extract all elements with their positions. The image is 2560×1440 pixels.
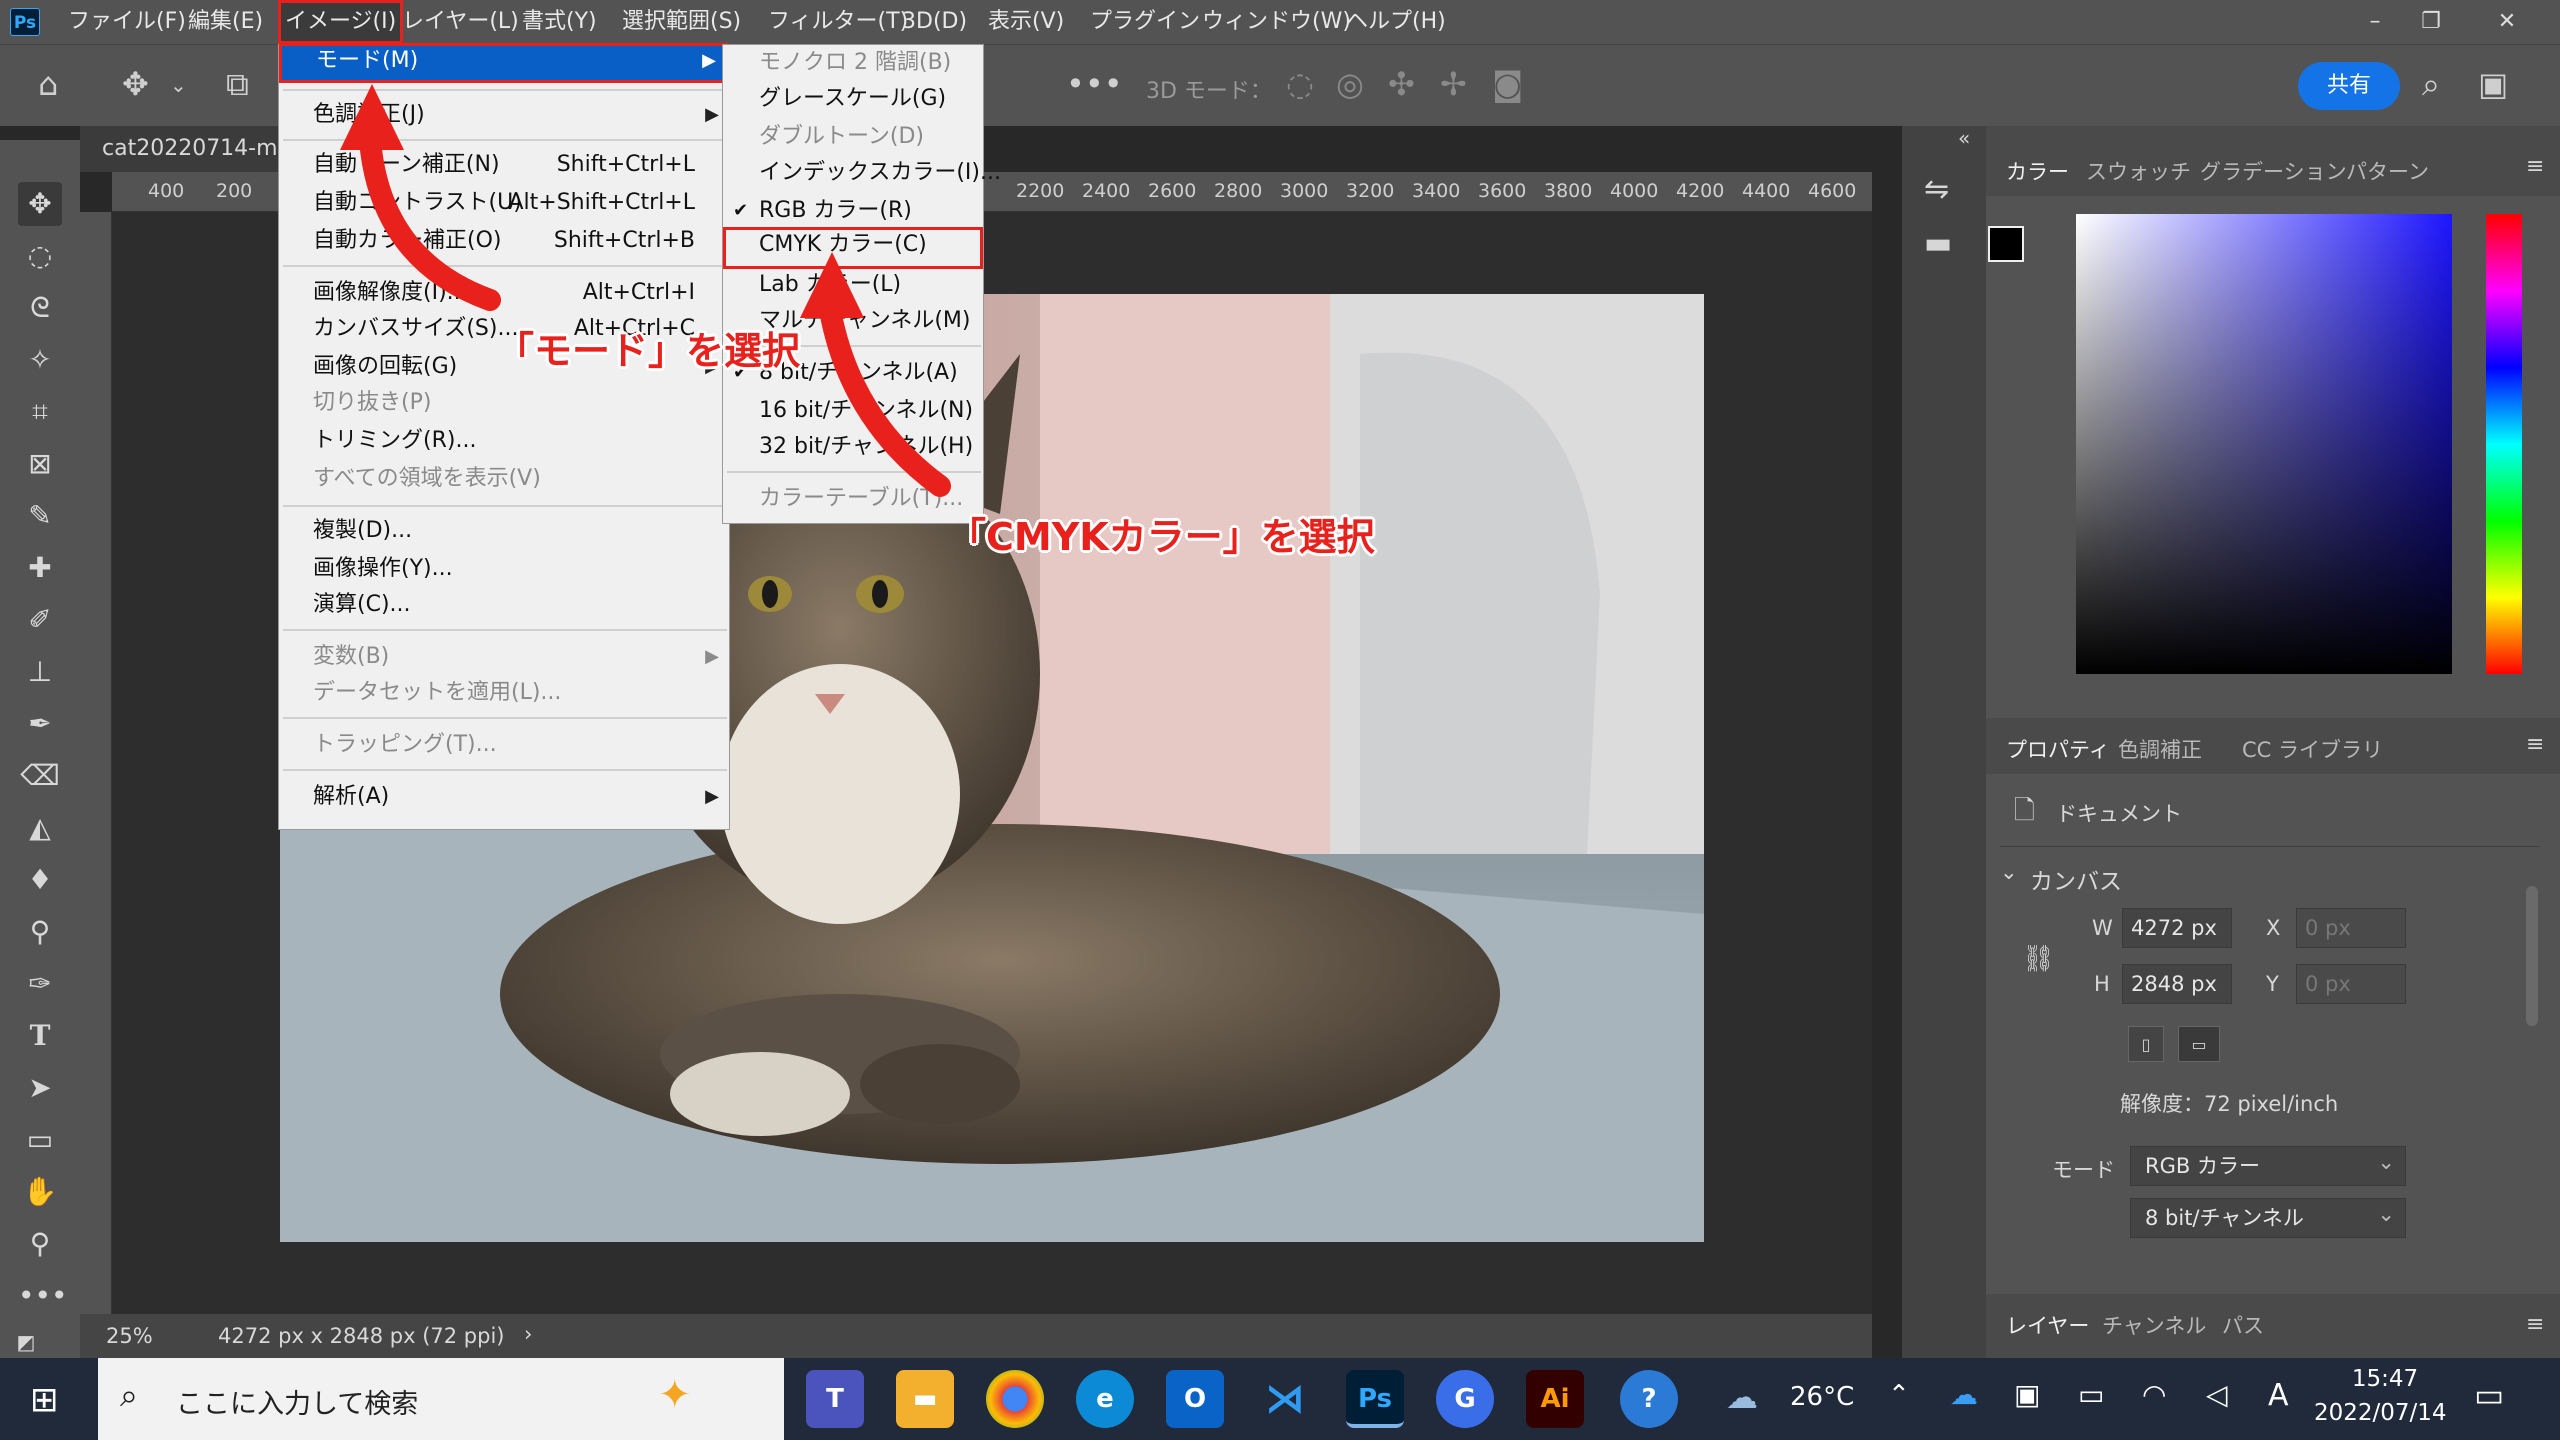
mode-arrow (359, 129, 501, 311)
tray-app-icon[interactable]: ▣ (2014, 1378, 2040, 1411)
ime-indicator[interactable]: A (2268, 1378, 2289, 1413)
explorer-icon[interactable]: ▬ (896, 1370, 954, 1428)
help-icon[interactable]: ? (1620, 1370, 1678, 1428)
windows-start-icon[interactable]: ⊞ (30, 1380, 59, 1420)
tray-chevron-icon[interactable]: ⌃ (1888, 1380, 1910, 1410)
taskbar-search[interactable]: ⌕ ここに入力して検索 ✦ (98, 1358, 784, 1440)
weather-icon[interactable]: ☁ (1726, 1378, 1758, 1416)
battery-icon[interactable]: ▭ (2078, 1378, 2104, 1411)
search-highlight-icon: ✦ (658, 1372, 692, 1418)
teams-icon[interactable]: T (806, 1370, 864, 1428)
annotation-arrows (340, 84, 951, 497)
taskbar: ⊞ ⌕ ここに入力して検索 ✦ T ▬ e O ⋊ Ps G Ai ? ☁ 26… (0, 1358, 2560, 1440)
search-icon: ⌕ (120, 1376, 138, 1414)
outlook-icon[interactable]: O (1166, 1370, 1224, 1428)
photoshop-taskbar-icon[interactable]: Ps (1346, 1370, 1404, 1428)
wifi-icon[interactable]: ◠ (2142, 1378, 2166, 1411)
clock-date[interactable]: 2022/07/14 (2314, 1400, 2447, 1426)
clock-time[interactable]: 15:47 (2330, 1366, 2440, 1392)
weather-temp[interactable]: 26°C (1790, 1382, 1854, 1412)
notification-icon[interactable]: ▭ (2474, 1376, 2504, 1414)
chrome-icon[interactable] (986, 1370, 1044, 1428)
onedrive-icon[interactable]: ☁ (1950, 1378, 1978, 1411)
cmyk-arrow (819, 299, 951, 497)
volume-icon[interactable]: ◁ (2206, 1378, 2228, 1411)
arrow-head (340, 84, 404, 150)
arrow-head (800, 252, 864, 318)
annotation-cmyk: 「CMYKカラー」を選択 (948, 515, 1375, 559)
edge-icon[interactable]: e (1076, 1370, 1134, 1428)
vscode-icon[interactable]: ⋊ (1256, 1370, 1314, 1428)
annotation-mode: 「モード」を選択 (496, 329, 801, 373)
search-placeholder: ここに入力して検索 (176, 1389, 419, 1420)
app-g-icon[interactable]: G (1436, 1370, 1494, 1428)
illustrator-icon[interactable]: Ai (1526, 1370, 1584, 1428)
